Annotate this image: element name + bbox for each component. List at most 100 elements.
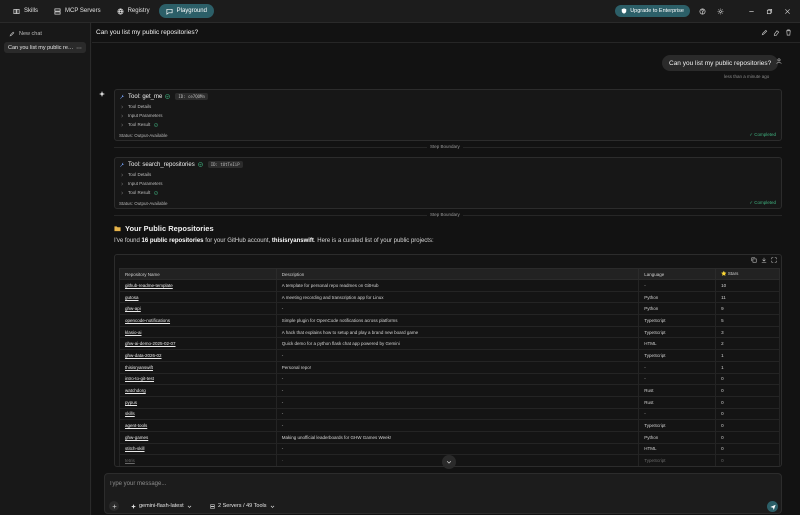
tool-call-header[interactable]: Tool: search_repositories ID: tUtTeIiP [119,161,243,168]
server-selector[interactable]: 2 Servers / 49 Tools [210,503,275,509]
user-avatar [776,58,782,64]
tab-skills[interactable]: Skills [6,4,45,18]
repo-stars-cell: 0 [715,395,780,409]
table-row: gutosa A meeting recording and transcript… [119,290,780,304]
edit-icon [9,31,15,37]
repo-name-cell[interactable]: ghw-api [119,302,277,316]
repo-stars-cell: 1 [715,349,780,362]
attach-button[interactable] [109,501,119,511]
tool-result-toggle[interactable]: Tool Result [120,122,159,127]
input-parameters-toggle[interactable]: Input Parameters [120,113,163,118]
tool-details-toggle[interactable]: Tool Details [120,172,151,177]
maximize-button[interactable] [762,5,776,17]
table-row: ghw-ai-demo-2025-02-07 Quick demo for a p… [119,337,780,351]
tab-label: Skills [24,8,39,14]
tool-result-label: Tool Result [128,190,151,195]
chat-panel: Can you list my public repositories? Can… [92,23,800,515]
repo-name-cell[interactable]: ghw-data-2026-02 [119,349,277,362]
repo-description-cell: Quick demo for a python flask chat app p… [275,337,640,351]
repo-description-cell: - [275,454,640,466]
send-button[interactable] [767,501,778,512]
repo-language-cell: - [638,372,717,386]
copy-icon[interactable] [751,257,757,263]
repo-language-cell: TypeScript [638,454,717,466]
help-button[interactable] [696,5,708,17]
response-heading: Your Public Repositories [114,224,214,233]
tool-details-label: Tool Details [128,104,152,109]
tab-registry[interactable]: Registry [110,4,157,18]
model-label: gemini-flash-latest [139,503,184,509]
message-timestamp: less than a minute ago [724,74,770,79]
repo-name-cell[interactable]: watchdorg [119,384,277,397]
chevron-down-icon [270,504,275,509]
repo-description-cell: A meeting recording and transcription ap… [275,290,640,304]
model-selector[interactable]: gemini-flash-latest [131,503,192,509]
intro-count: 16 public repositories [141,238,204,244]
shield-icon [621,8,627,14]
tab-mcp-servers[interactable]: MCP Servers [47,4,108,18]
scroll-down-button[interactable] [442,455,456,469]
table-row: watchdorg - Rust 0 [119,384,780,397]
repo-name-cell[interactable]: github-readme-template [119,279,277,292]
table-row: intro-to-git-test - -0 [119,372,780,386]
repositories-table: Repository Name Description Language ⭐ Star… [119,268,780,466]
repo-name-cell[interactable]: ghw-games [119,430,277,444]
repo-name-cell[interactable]: skills [119,407,277,421]
repo-name-cell[interactable]: stitch-skill [119,442,277,456]
repo-name-cell[interactable]: opencode-notifications [119,314,277,327]
chevron-right-icon [120,173,124,177]
upgrade-button[interactable]: Upgrade to Enterprise [615,5,690,17]
tool-result-toggle[interactable]: Tool Result [120,190,159,195]
settings-button[interactable] [714,5,726,17]
repo-name-cell[interactable]: intro-to-git-test [119,372,277,386]
repo-description-cell: A template for personal repo readmes on … [275,279,640,292]
user-icon [776,58,782,64]
check-circle-icon [165,94,171,99]
minimize-button[interactable] [744,5,758,17]
input-parameters-toggle[interactable]: Input Parameters [120,181,163,186]
user-message-text: Can you list my public repositories? [669,59,772,67]
repo-name-cell[interactable]: agent-tools [119,419,277,432]
send-icon [769,504,776,510]
table-toolbar [751,257,777,263]
chevron-down-icon [446,459,452,465]
repo-language-cell: TypeScript [638,325,717,339]
repo-name-cell[interactable]: klasio-ai [119,325,277,339]
chevron-right-icon [120,182,124,186]
repo-stars-cell: 0 [715,430,780,444]
chat-item-label: Can you list my public repositories? [8,44,74,51]
repo-name-cell[interactable]: gutosa [119,290,277,304]
message-input[interactable] [109,478,709,490]
repo-language-cell: Rust [638,395,717,409]
chevron-right-icon [120,123,124,127]
repo-language-cell: Python [638,290,717,304]
repo-description-cell: - [275,407,640,421]
repo-name-cell[interactable]: ghw-ai-demo-2025-02-07 [119,337,277,351]
download-icon[interactable] [761,257,767,263]
repo-description-cell: - [275,372,640,386]
table-row: pypus - Rust 0 [119,395,780,409]
table-header-cell: Language [638,268,717,280]
tool-details-toggle[interactable]: Tool Details [120,104,151,109]
more-icon[interactable] [76,45,82,51]
tab-playground[interactable]: Playground [158,4,214,18]
sidebar-chat-item[interactable]: Can you list my public repositories? [4,42,86,53]
user-message: Can you list my public repositories? [662,55,779,71]
tool-call-header[interactable]: Tool: get_me ID: ce7QOMn [119,93,208,100]
tool-name: Tool: get_me [128,93,163,100]
repo-stars-cell: 0 [715,407,780,421]
repo-name-cell[interactable]: tetris [119,454,277,466]
clear-chat-icon[interactable] [773,29,780,36]
repo-name-cell[interactable]: pypus [119,395,277,409]
server-icon [210,503,215,509]
trash-icon[interactable] [785,29,792,36]
repo-name-cell[interactable]: thisisryanswift [119,360,277,374]
globe-icon [117,8,124,15]
fullscreen-icon[interactable] [771,257,777,263]
rename-icon[interactable] [761,29,768,36]
new-chat-button[interactable]: New chat [4,28,86,39]
repo-language-cell: TypeScript [638,314,717,327]
repo-language-cell: Rust [638,384,717,397]
close-button[interactable] [780,5,794,17]
repo-stars-cell: 9 [715,302,780,316]
